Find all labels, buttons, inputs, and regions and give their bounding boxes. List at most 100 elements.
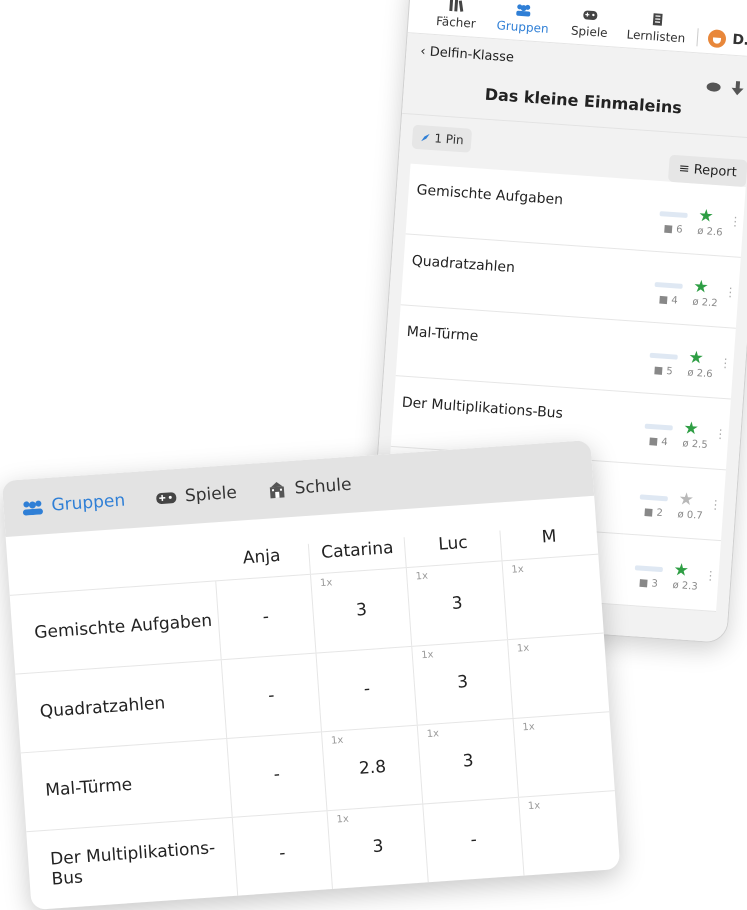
attempt-count: 1x xyxy=(527,800,541,813)
score-cell[interactable]: - xyxy=(215,574,317,660)
score-cell[interactable]: 1x xyxy=(508,633,609,717)
group-icon xyxy=(516,4,531,17)
attempt-count: 1x xyxy=(511,563,525,576)
score-cell[interactable]: 1x 3 xyxy=(412,640,514,725)
average-score: ø 2.5 xyxy=(682,438,708,451)
attempt-count: 1x xyxy=(426,728,440,741)
score-value: - xyxy=(262,606,270,628)
score-value: - xyxy=(278,843,287,864)
score-cell[interactable]: 1x 3 xyxy=(418,718,520,804)
attempt-count: 1x xyxy=(516,642,530,655)
tab-label: Spiele xyxy=(570,23,609,41)
average-score: ø 2.3 xyxy=(672,579,699,593)
download-icon[interactable] xyxy=(730,80,745,97)
score-value: - xyxy=(469,829,478,851)
game-name: Quadratzahlen xyxy=(411,252,516,277)
game-name: Mal-Türme xyxy=(406,323,479,345)
nav-label: Spiele xyxy=(184,482,238,507)
score-cell[interactable]: - xyxy=(423,797,525,883)
list-icon xyxy=(652,13,663,26)
player-count-value: 2 xyxy=(656,507,664,520)
score-value: 3 xyxy=(355,599,368,621)
nav-label: Schule xyxy=(293,474,353,499)
gamepad-icon xyxy=(583,10,598,20)
score-cell[interactable]: - xyxy=(232,811,334,896)
star-icon: ★ xyxy=(672,559,690,581)
score-cell[interactable]: - xyxy=(221,653,323,739)
more-menu-icon[interactable]: ⋮ xyxy=(729,214,742,229)
progress-bar xyxy=(649,352,678,360)
score-value: 3 xyxy=(451,593,464,614)
attempt-count: 1x xyxy=(415,570,429,583)
tab-spiele[interactable]: Spiele xyxy=(557,6,622,41)
attempt-count: 1x xyxy=(330,734,344,747)
score-value: - xyxy=(267,685,276,707)
average-score: ø 2.2 xyxy=(691,296,718,310)
group-icon xyxy=(22,500,43,516)
more-menu-icon[interactable]: ⋮ xyxy=(724,285,737,300)
nav-label: Gruppen xyxy=(50,490,126,516)
player-count: ■ 3 xyxy=(638,577,659,590)
tab-label: Fächer xyxy=(435,14,477,31)
row-label: Gemischte Aufgaben xyxy=(9,581,222,674)
more-menu-icon[interactable]: ⋮ xyxy=(719,356,732,371)
star-icon: ★ xyxy=(692,276,710,298)
player-count: ■ 4 xyxy=(658,294,678,307)
score-cell[interactable]: - xyxy=(316,646,419,732)
attempt-count: 1x xyxy=(319,577,333,590)
user-menu[interactable]: D… xyxy=(696,28,747,51)
player-count-value: 3 xyxy=(651,578,659,590)
player-count: ■ 4 xyxy=(648,435,669,449)
score-value: 3 xyxy=(371,836,385,858)
row-label: Mal-Türme xyxy=(20,739,233,832)
tab-label: Gruppen xyxy=(496,18,550,36)
page-title: Das kleine Einmaleins xyxy=(484,84,683,118)
back-link[interactable]: ‹ Delfin-Klasse xyxy=(420,44,515,66)
results-grid: Anja Catarina Luc M Gemischte Aufgaben -1x 3 1x… xyxy=(5,495,621,910)
school-icon xyxy=(269,481,285,499)
tab-label: Lernlisten xyxy=(626,27,686,46)
gamepad-icon xyxy=(156,492,177,505)
player-count: ■ 2 xyxy=(643,506,664,520)
tab-faecher[interactable]: Fächer xyxy=(424,0,489,32)
attempt-count: 1x xyxy=(336,813,350,826)
more-menu-icon[interactable]: ⋮ xyxy=(714,426,727,441)
pin-label: 1 Pin xyxy=(433,131,465,148)
player-count-value: 4 xyxy=(670,295,678,307)
average-score: ø 2.6 xyxy=(687,367,713,381)
score-cell[interactable]: 1x 3 xyxy=(327,804,430,889)
score-cell[interactable]: 1x xyxy=(514,712,615,796)
score-cell[interactable]: 1x 2.8 xyxy=(322,725,424,811)
pin-icon xyxy=(421,133,430,142)
nav-schule[interactable]: Schule xyxy=(266,475,352,501)
books-icon xyxy=(449,0,464,12)
attempt-count: 1x xyxy=(420,649,434,662)
nav-gruppen[interactable]: Gruppen xyxy=(21,491,126,518)
star-icon: ★ xyxy=(677,489,695,511)
score-cell[interactable]: 1x xyxy=(503,555,604,639)
tab-gruppen[interactable]: Gruppen xyxy=(491,1,556,36)
player-count-value: 5 xyxy=(665,365,674,378)
player-count: ■ 5 xyxy=(653,365,674,378)
score-value: 3 xyxy=(456,672,469,693)
more-menu-icon[interactable]: ⋮ xyxy=(709,497,722,512)
game-name: Gemischte Aufgaben xyxy=(416,182,564,209)
player-count-value: 4 xyxy=(660,436,669,449)
progress-bar xyxy=(644,423,673,431)
player-count-value: 6 xyxy=(675,224,683,236)
average-score: ø 2.6 xyxy=(696,225,723,239)
score-value: - xyxy=(363,678,371,700)
star-icon: ★ xyxy=(682,418,700,440)
pin-chip[interactable]: 1 Pin xyxy=(411,124,473,153)
tab-lernlisten[interactable]: Lernlisten xyxy=(624,10,689,45)
score-cell[interactable]: 1x xyxy=(519,791,620,875)
score-cell[interactable]: 1x 3 xyxy=(407,561,509,646)
nav-spiele[interactable]: Spiele xyxy=(154,482,238,509)
score-value: 2.8 xyxy=(358,757,387,779)
score-cell[interactable]: 1x 3 xyxy=(311,568,413,653)
more-menu-icon[interactable]: ⋮ xyxy=(704,568,717,583)
score-cell[interactable]: - xyxy=(226,732,328,817)
star-icon: ★ xyxy=(697,205,715,227)
eye-icon[interactable] xyxy=(706,82,721,93)
average-score: ø 0.7 xyxy=(677,509,704,522)
